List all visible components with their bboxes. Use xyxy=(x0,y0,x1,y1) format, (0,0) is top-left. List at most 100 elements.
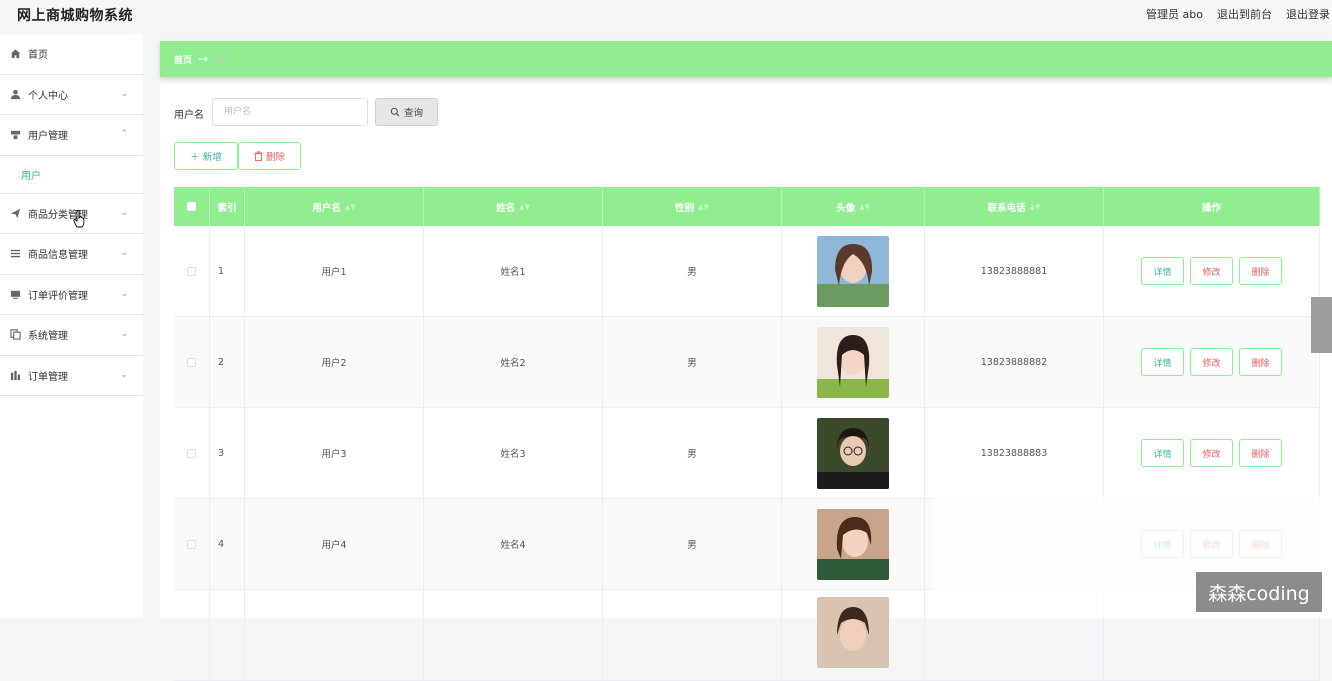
sort-icon: ▲▼ xyxy=(344,202,356,211)
header-index: 索引 xyxy=(210,187,245,226)
sidebar-item-review-management[interactable]: 订单评价管理 ⌄ xyxy=(0,275,143,315)
avatar-image[interactable] xyxy=(817,508,889,580)
user-icon xyxy=(10,89,21,99)
home-icon xyxy=(10,49,21,59)
table-header: 索引 用户名 ▲▼ 姓名 ▲▼ 性别 ▲▼ 头像 ▲▼ 联系电话 ▲▼ 操作 xyxy=(174,187,1320,226)
chevron-down-icon: ⌄ xyxy=(120,248,128,258)
hand-cursor-icon xyxy=(73,210,85,228)
sort-icon: ▲▼ xyxy=(698,202,709,211)
cell-index: 1 xyxy=(210,226,245,316)
admin-user-label: 管理员 abo xyxy=(1146,8,1203,21)
sort-icon: ▲▼ xyxy=(859,202,870,211)
detail-button[interactable]: 详情 xyxy=(1141,257,1184,285)
sort-icon: ▲▼ xyxy=(1029,202,1041,211)
sidebar-item-product-management[interactable]: 商品信息管理 ⌄ xyxy=(0,234,143,275)
breadcrumb-home[interactable]: 首页 xyxy=(174,53,192,66)
sidebar-item-order-management[interactable]: 订单管理 ⌄ xyxy=(0,356,143,396)
cell-gender: 男 xyxy=(603,499,782,589)
chevron-down-icon: ⌄ xyxy=(120,369,128,380)
chevron-down-icon: ⌄ xyxy=(120,329,128,339)
header-phone[interactable]: 联系电话 ▲▼ xyxy=(925,187,1104,226)
top-right-links: 管理员 abo 退出到前台 退出登录 xyxy=(1146,6,1330,22)
delete-button[interactable]: 删除 xyxy=(1239,257,1282,285)
sidebar-item-system-management[interactable]: 系统管理 ⌄ xyxy=(0,315,143,356)
scrollbar-thumb[interactable] xyxy=(1311,297,1332,353)
detail-button[interactable]: 详情 xyxy=(1141,439,1184,467)
avatar-image[interactable] xyxy=(817,417,889,489)
header-username[interactable]: 用户名 ▲▼ xyxy=(245,187,424,226)
sidebar-subitem-users[interactable]: 用户 xyxy=(0,156,143,194)
cell-phone: 13823888881 xyxy=(925,226,1104,316)
row-checkbox[interactable] xyxy=(187,357,196,367)
edit-button[interactable]: 修改 xyxy=(1190,348,1233,376)
avatar-image[interactable] xyxy=(817,597,889,668)
chevron-down-icon: ⌄ xyxy=(120,207,128,218)
cell-phone: 13823888882 xyxy=(925,317,1104,407)
sidebar-item-home[interactable]: 首页 xyxy=(0,34,143,75)
edit-button[interactable]: 修改 xyxy=(1190,257,1233,285)
row-checkbox[interactable] xyxy=(187,266,196,276)
cell-index xyxy=(210,590,245,680)
app-title: 网上商城购物系统 xyxy=(17,8,133,24)
list-icon xyxy=(10,250,21,258)
sidebar-item-label: 系统管理 xyxy=(28,331,68,343)
table-row: 3 用户3 姓名3 男 13823888883 详情 修改 删除 xyxy=(174,408,1320,499)
header-name[interactable]: 姓名 ▲▼ xyxy=(424,187,603,226)
detail-button[interactable]: 详情 xyxy=(1141,348,1184,376)
chevron-up-icon: ⌃ xyxy=(120,129,128,139)
add-button-label: 新增 xyxy=(202,152,222,163)
watermark: 森森coding xyxy=(1196,572,1322,612)
delete-button[interactable]: 删除 xyxy=(1239,439,1282,467)
send-icon xyxy=(10,208,21,218)
cell-name: 姓名1 xyxy=(424,226,603,316)
header-checkbox-cell xyxy=(174,187,210,226)
top-bar: 网上商城购物系统 管理员 abo 退出到前台 退出登录 xyxy=(0,0,1332,28)
avatar-image[interactable] xyxy=(817,326,889,398)
cell-username: 用户3 xyxy=(245,408,424,498)
cell-name: 姓名3 xyxy=(424,408,603,498)
search-input[interactable]: 用户名 xyxy=(212,98,368,126)
logout-link[interactable]: 退出登录 xyxy=(1286,6,1330,22)
cell-index: 2 xyxy=(210,317,245,407)
query-button-label: 查询 xyxy=(403,108,423,119)
search-icon xyxy=(390,107,400,117)
edit-button[interactable]: 修改 xyxy=(1190,439,1233,467)
sidebar-item-label: 用户管理 xyxy=(28,131,68,143)
chevron-down-icon: ⌄ xyxy=(120,88,128,99)
exit-to-front-link[interactable]: 退出到前台 xyxy=(1217,6,1272,22)
cell-name: 姓名4 xyxy=(424,499,603,589)
cell-gender: 男 xyxy=(603,408,782,498)
delete-button[interactable]: 删除 xyxy=(1239,348,1282,376)
sidebar-item-label: 个人中心 xyxy=(28,90,68,102)
header-actions: 操作 xyxy=(1104,187,1320,226)
breadcrumb: 首页 → 用户 xyxy=(160,41,1332,77)
query-button[interactable]: 查询 xyxy=(375,98,438,126)
sidebar-item-user-management[interactable]: 用户管理 ⌃ xyxy=(0,115,143,156)
search-label: 用户名 xyxy=(174,110,204,121)
chevron-down-icon: ⌄ xyxy=(120,288,128,299)
header-avatar[interactable]: 头像 ▲▼ xyxy=(782,187,925,226)
add-button[interactable]: ＋ 新增 xyxy=(174,142,238,170)
cell-username: 用户1 xyxy=(245,226,424,316)
row-checkbox[interactable] xyxy=(187,539,196,549)
sidebar-item-category-management[interactable]: 商品分类管理 ⌄ xyxy=(0,194,143,234)
cell-gender xyxy=(603,590,782,680)
cell-username: 用户4 xyxy=(245,499,424,589)
trash-icon xyxy=(254,151,263,161)
sidebar-item-label: 订单管理 xyxy=(28,371,68,383)
cell-index: 3 xyxy=(210,408,245,498)
batch-delete-button[interactable]: 删除 xyxy=(238,142,301,170)
table-row: 2 用户2 姓名2 男 13823888882 详情 修改 删除 xyxy=(174,317,1320,408)
batch-delete-button-label: 删除 xyxy=(265,152,285,163)
monitor-icon xyxy=(10,290,21,299)
row-checkbox[interactable] xyxy=(187,448,196,458)
avatar-image[interactable] xyxy=(817,235,889,307)
sidebar-item-label: 商品信息管理 xyxy=(28,250,88,262)
header-gender[interactable]: 性别 ▲▼ xyxy=(603,187,782,226)
select-all-checkbox[interactable] xyxy=(187,202,196,211)
cell-name: 姓名2 xyxy=(424,317,603,407)
cell-username: 用户2 xyxy=(245,317,424,407)
cell-username xyxy=(245,590,424,680)
sidebar-item-label: 首页 xyxy=(28,50,48,62)
sidebar-item-personal-center[interactable]: 个人中心 ⌄ xyxy=(0,75,143,115)
